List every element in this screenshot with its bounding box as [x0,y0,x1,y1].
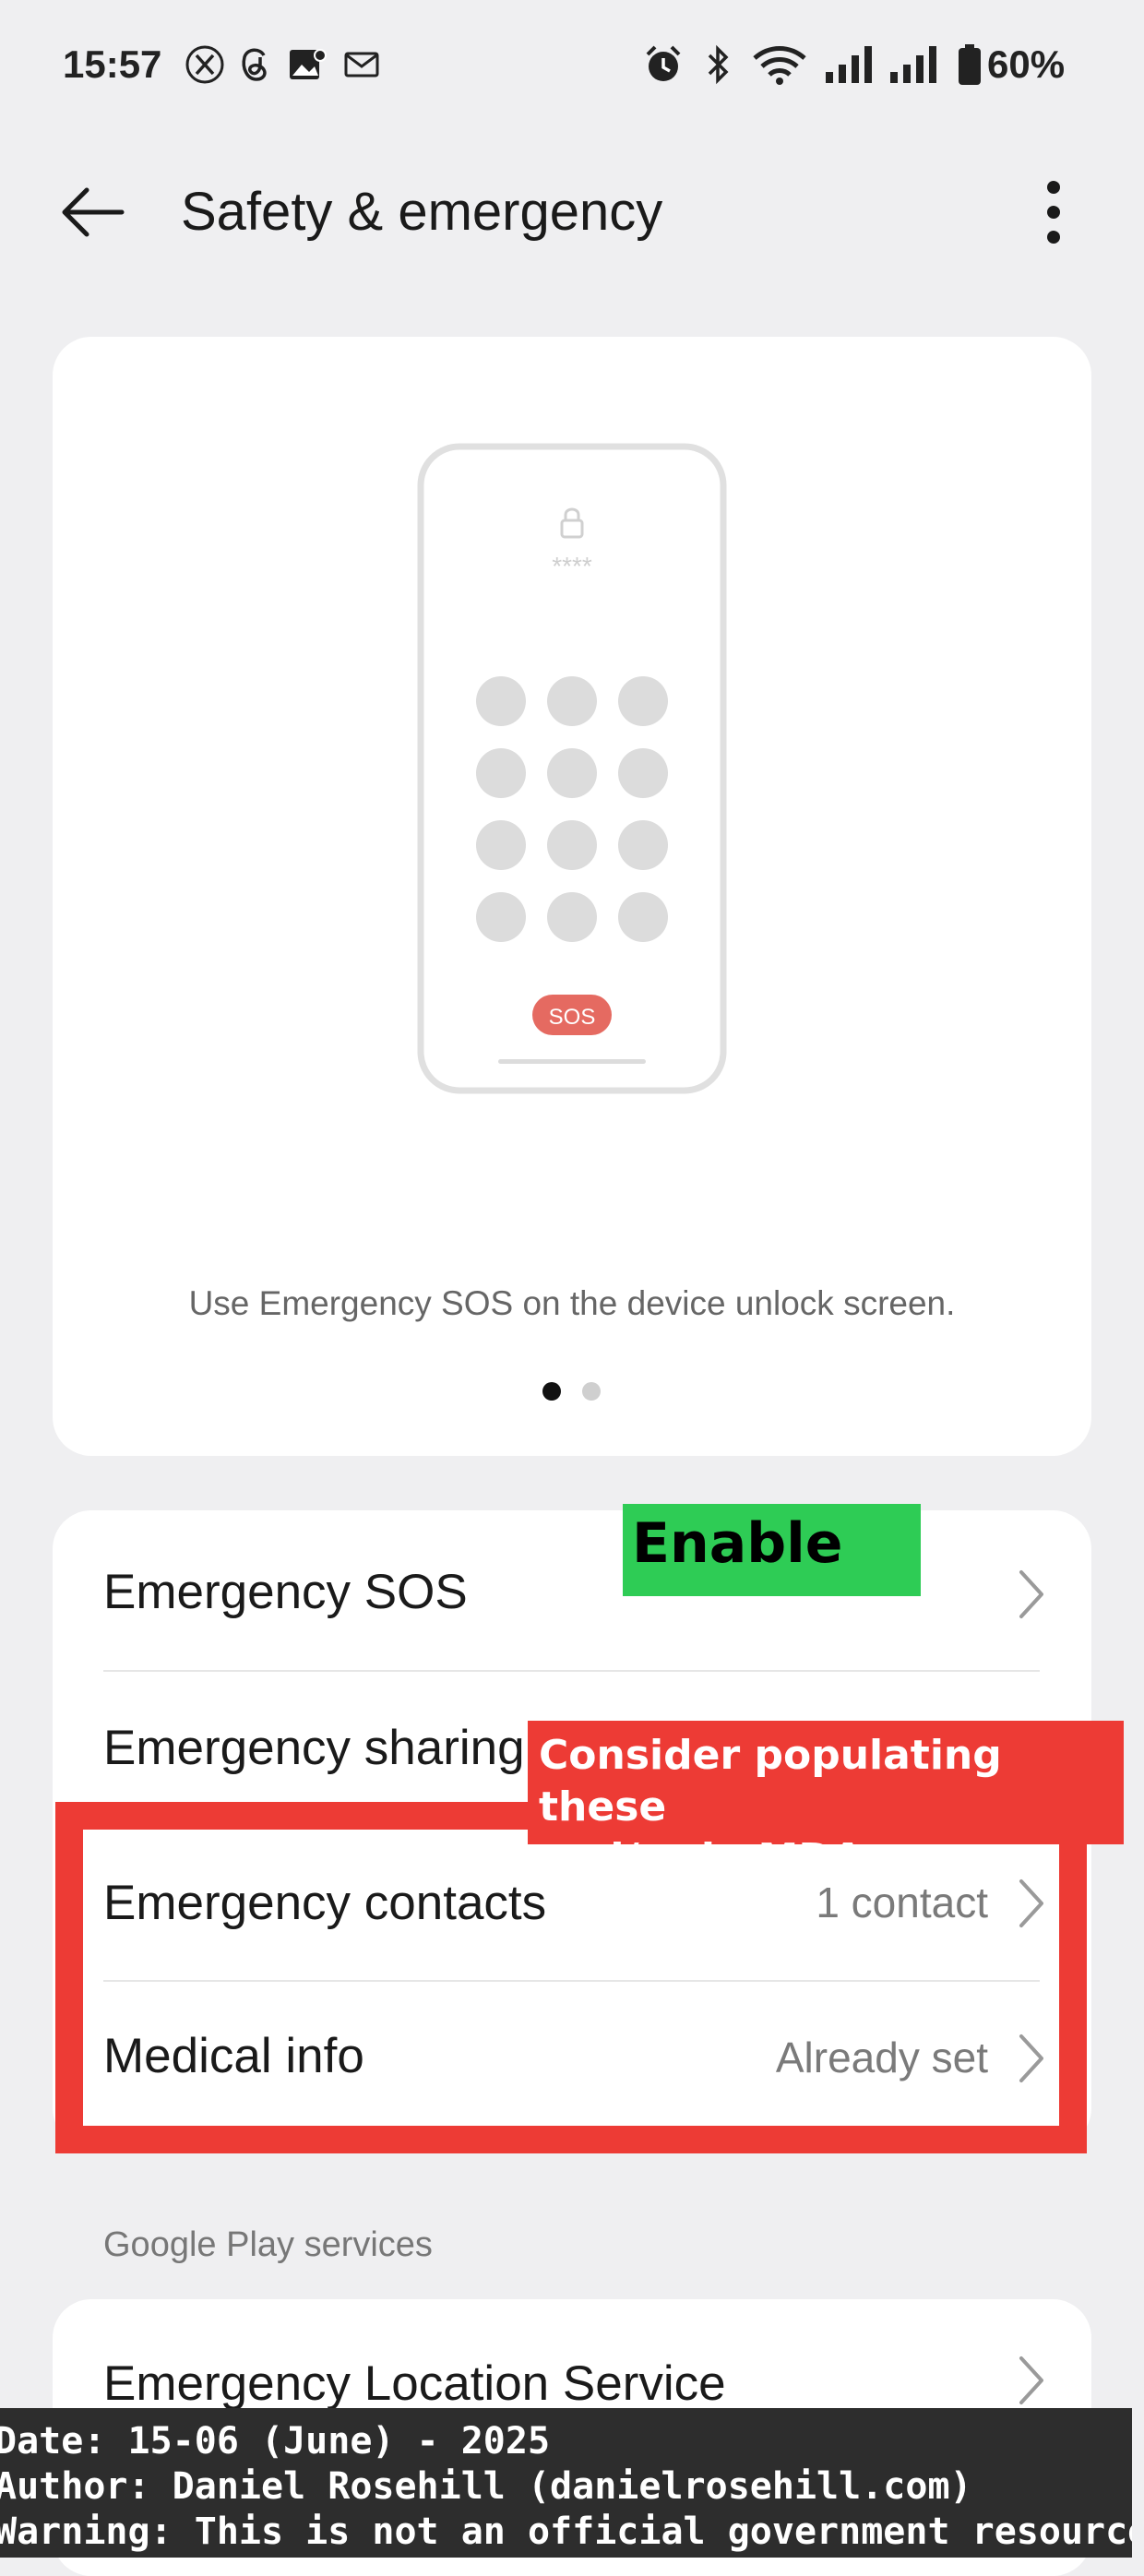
consider-annotation: Consider populating these and/or in MDA … [528,1721,1124,1882]
battery-icon [954,42,985,87]
wifi-icon [749,42,810,87]
phone-illustration: **** SOS [417,443,727,1094]
back-button[interactable] [48,175,137,249]
footer-warning: Warning: This is not an official governm… [0,2510,1132,2553]
enable-annotation: Enable [623,1504,921,1596]
arrow-left-icon [62,187,125,237]
threads-icon [236,42,273,87]
emergency-sharing-label: Emergency sharing [103,1721,525,1775]
battery-percentage: 60% [987,42,1066,86]
mail-icon [341,42,382,87]
signal-icon [823,42,876,87]
footer-author: Author: Daniel Rosehill (danielrosehill.… [0,2465,972,2508]
signal-icon [888,42,941,87]
home-indicator [498,1059,646,1064]
footer-date: Date: 15-06 (June) - 2025 [0,2420,551,2463]
page-dot[interactable] [582,1382,601,1401]
emergency-sos-label: Emergency SOS [103,1565,468,1619]
x-icon [183,42,227,87]
lock-stars: **** [552,552,592,580]
sos-label: SOS [549,1005,596,1030]
chevron-right-icon [1019,2356,1043,2404]
page-title: Safety & emergency [181,182,663,242]
carousel-caption: Use Emergency SOS on the device unlock s… [188,1284,956,1322]
chevron-right-icon [1019,1570,1043,1618]
emergency-location-service-label: Emergency Location Service [103,2356,726,2411]
bluetooth-icon [699,42,736,87]
emergency-sos-row[interactable]: Emergency SOS [53,1518,1091,1670]
footer-banner: Date: 15-06 (June) - 2025 Author: Daniel… [0,2408,1132,2558]
page-dot-active[interactable] [542,1382,561,1401]
more-vertical-icon [1047,181,1060,244]
photo-icon [286,42,328,87]
consider-annotation-line1: Consider populating these [539,1732,1002,1831]
status-time: 15:57 [63,42,162,86]
alarm-icon [640,42,686,87]
more-options-button[interactable] [1024,175,1083,249]
section-header: Google Play services [103,2225,433,2264]
consider-annotation-line2: and/or in MDA app [539,1835,963,1882]
